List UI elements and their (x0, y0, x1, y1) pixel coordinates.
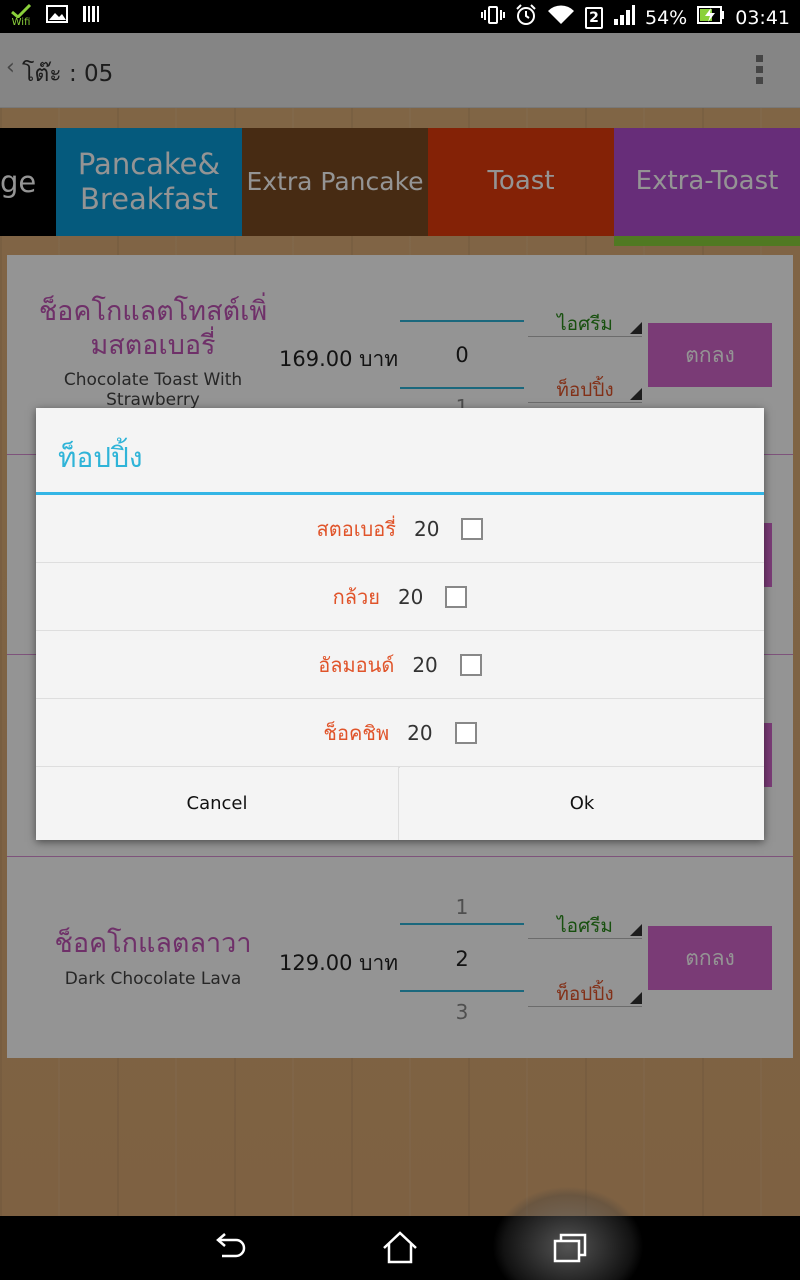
topping-checkbox[interactable] (445, 585, 468, 608)
topping-label: ช็อคชิพ (323, 720, 390, 745)
topping-label: อัลมอนด์ (318, 652, 395, 677)
topping-option[interactable]: สตอเบอรี่ 20 (36, 495, 764, 563)
home-icon[interactable] (380, 1228, 420, 1268)
recent-apps-icon[interactable] (550, 1228, 590, 1268)
topping-label: สตอเบอรี่ (316, 516, 397, 541)
topping-dialog: ท็อปปิ้ง สตอเบอรี่ 20 กล้วย 20 อัลมอนด์ … (36, 408, 764, 840)
barcode-icon (82, 5, 100, 27)
topping-checkbox[interactable] (461, 517, 484, 540)
status-bar: Wifi 2 54% 03:41 (0, 0, 800, 33)
vibrate-icon (481, 5, 505, 30)
ok-button[interactable]: Ok (400, 767, 764, 840)
clock: 03:41 (735, 6, 790, 29)
cancel-button[interactable]: Cancel (36, 767, 399, 840)
battery-charging-icon (697, 5, 725, 30)
wifi-signal-icon (547, 5, 575, 30)
topping-option[interactable]: กล้วย 20 (36, 563, 764, 631)
topping-price: 20 (412, 652, 438, 677)
back-icon[interactable] (210, 1228, 250, 1268)
image-icon (46, 5, 68, 27)
alarm-icon (515, 4, 537, 31)
topping-label: กล้วย (332, 584, 380, 609)
topping-checkbox[interactable] (459, 653, 482, 676)
topping-price: 20 (397, 584, 424, 609)
navigation-bar (0, 1216, 800, 1280)
cell-signal-icon (613, 5, 635, 30)
wifi-app-icon: Wifi (10, 4, 32, 28)
topping-option[interactable]: อัลมอนด์ 20 (36, 631, 764, 699)
dialog-title: ท็อปปิ้ง (58, 441, 143, 474)
wifi-app-label: Wifi (11, 17, 31, 28)
topping-price: 20 (407, 720, 433, 745)
topping-price: 20 (414, 516, 440, 541)
battery-percent: 54% (645, 6, 688, 29)
topping-option[interactable]: ช็อคชิพ 20 (36, 699, 764, 767)
topping-checkbox[interactable] (454, 721, 477, 744)
sim-icon: 2 (585, 6, 603, 29)
